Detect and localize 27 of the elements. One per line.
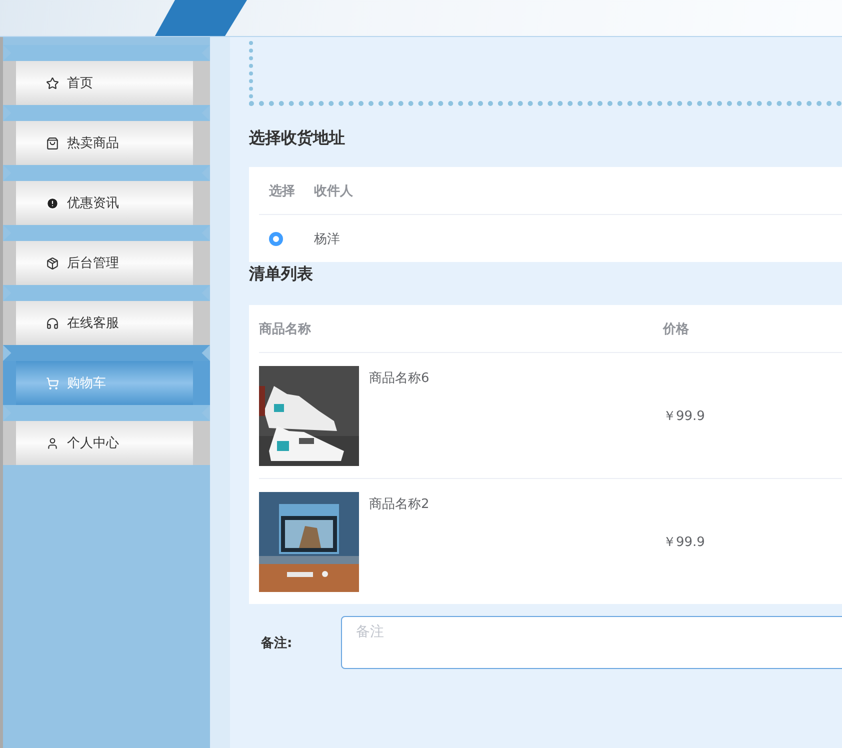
star-icon xyxy=(46,76,59,90)
price: ￥99.9 xyxy=(663,408,706,424)
section-title: 选择收货地址 xyxy=(249,127,346,149)
field-label: 备注: xyxy=(260,634,294,652)
column-header: 选择 xyxy=(268,182,296,200)
nav-item[interactable]: 优惠资讯 xyxy=(16,181,193,225)
nav-item[interactable]: 在线客服 xyxy=(16,301,193,345)
section-title: 清单列表 xyxy=(249,263,314,285)
radio-button[interactable] xyxy=(269,232,283,246)
table-cell-text: 杨洋 xyxy=(314,230,341,248)
column-header: 收件人 xyxy=(314,182,354,200)
alert-icon xyxy=(46,196,59,210)
column-header: 商品名称 xyxy=(259,320,312,338)
nav-item[interactable]: 首页 xyxy=(16,61,193,105)
column-header: 价格 xyxy=(663,320,690,338)
product-name: 商品名称2 xyxy=(368,496,430,513)
headset-icon xyxy=(46,316,59,330)
user-icon xyxy=(46,436,59,450)
nav-item[interactable]: 个人中心 xyxy=(16,421,193,465)
nav-item[interactable]: 热卖商品 xyxy=(16,121,193,165)
remark-field[interactable]: 备注 xyxy=(341,616,842,669)
price: ￥99.9 xyxy=(663,534,706,550)
shopping-bag-icon xyxy=(46,136,59,150)
product-name: 商品名称6 xyxy=(368,370,430,387)
cart-icon xyxy=(46,376,59,390)
nav-item[interactable]: 后台管理 xyxy=(16,241,193,285)
package-icon xyxy=(46,256,59,270)
